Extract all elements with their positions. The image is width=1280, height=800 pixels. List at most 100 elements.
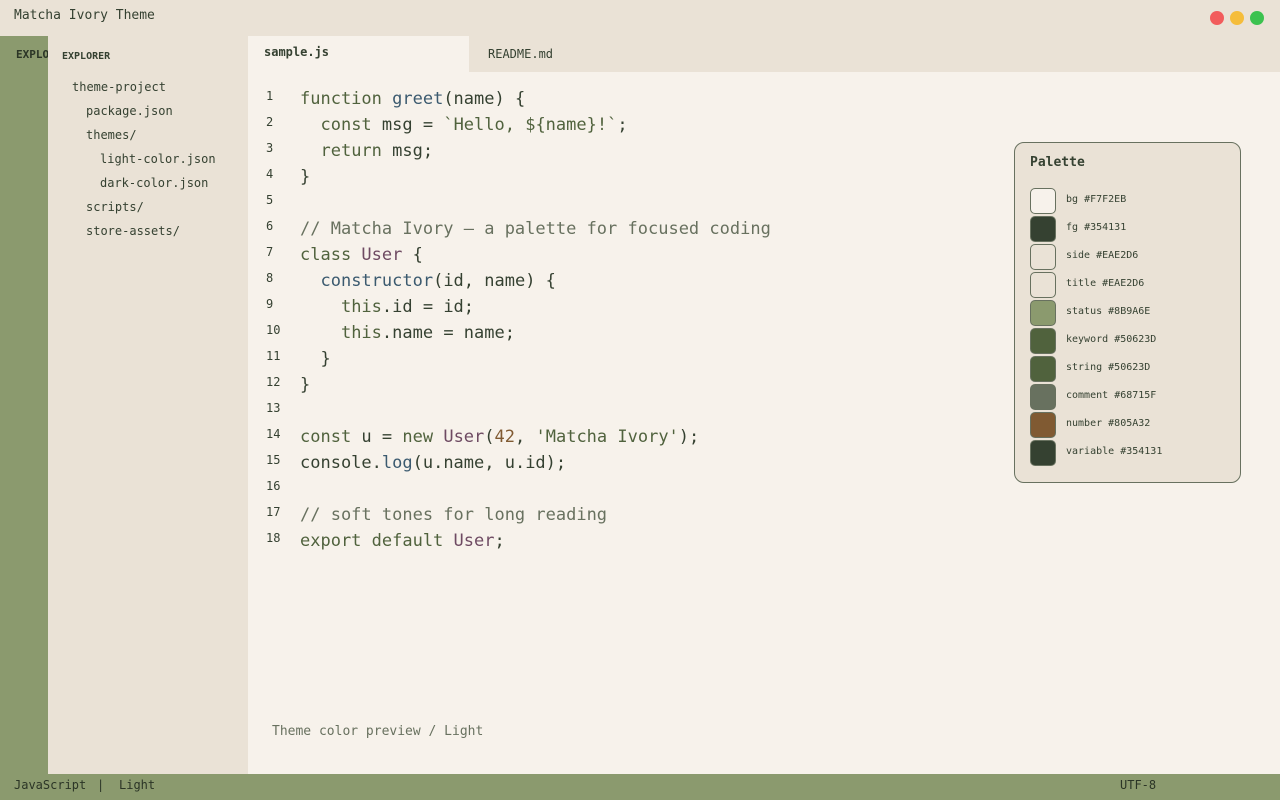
color-swatch — [1030, 328, 1056, 354]
code-token: } — [300, 349, 331, 369]
swatch-name: comment — [1066, 390, 1109, 401]
title-bar: Matcha Ivory Theme — [0, 0, 1280, 36]
palette-title: Palette — [1030, 155, 1085, 170]
tree-item[interactable]: themes/ — [86, 128, 137, 142]
swatch-label: fg #354131 — [1066, 222, 1126, 233]
code-token: ; — [494, 531, 505, 551]
swatch-label: title #EAE2D6 — [1066, 278, 1144, 289]
code-token: greet — [392, 89, 444, 109]
code-token: export default — [300, 531, 454, 551]
code-token: // soft tones for long reading — [300, 505, 608, 525]
code-token: msg = — [371, 115, 444, 135]
tree-item[interactable]: store-assets/ — [86, 224, 180, 238]
code-line: class User { — [300, 245, 423, 265]
code-token: console. — [300, 453, 382, 473]
code-line: this.id = id; — [300, 297, 474, 317]
swatch-hex: #68715F — [1114, 390, 1157, 401]
swatch-name: number — [1066, 418, 1103, 429]
activity-explorer-item[interactable]: EXPLORER — [16, 48, 48, 61]
code-line: } — [300, 349, 331, 369]
minimize-window-button[interactable] — [1230, 11, 1244, 25]
swatch-label: comment #68715F — [1066, 390, 1156, 401]
tree-item[interactable]: theme-project — [72, 80, 166, 94]
code-line: // soft tones for long reading — [300, 505, 607, 525]
code-token: class — [300, 245, 362, 265]
code-token: // Matcha Ivory — a palette for focused … — [300, 219, 771, 239]
swatch-label: bg #F7F2EB — [1066, 194, 1126, 205]
code-token: .id = id; — [381, 297, 475, 317]
code-line: const u = new User(42, 'Matcha Ivory'); — [300, 427, 699, 447]
swatch-hex: #50623D — [1114, 334, 1157, 345]
line-number: 7 — [266, 245, 274, 259]
code-token: { — [402, 245, 423, 265]
code-token: log — [381, 453, 413, 473]
line-number: 1 — [266, 89, 274, 103]
swatch-label: variable #354131 — [1066, 446, 1162, 457]
code-token: User — [443, 427, 485, 447]
line-number: 16 — [266, 479, 281, 493]
tree-item[interactable]: package.json — [86, 104, 173, 118]
color-swatch — [1030, 356, 1056, 382]
line-number: 2 — [266, 115, 274, 129]
swatch-label: number #805A32 — [1066, 418, 1150, 429]
palette-panel: Palette bg #F7F2EB fg #354131 side #EAE2D6… — [1014, 142, 1241, 483]
code-token: `Hello, ${name}!` — [443, 115, 618, 135]
swatch-label: status #8B9A6E — [1066, 306, 1150, 317]
color-swatch — [1030, 188, 1056, 214]
tab-label: sample.js — [264, 45, 330, 59]
app-title: Matcha Ivory Theme — [14, 8, 155, 23]
color-swatch — [1030, 384, 1056, 410]
color-swatch — [1030, 272, 1056, 298]
swatch-name: fg — [1066, 222, 1079, 233]
tree-item[interactable]: light-color.json — [100, 152, 216, 166]
code-line: this.name = name; — [300, 323, 515, 343]
theme-preview-caption: Theme color preview / Light — [272, 724, 484, 739]
code-token: constructor — [320, 271, 434, 291]
explorer-sidebar: EXPLORER theme-project package.json themes… — [48, 36, 248, 774]
tab-readme-md[interactable]: README.md — [469, 36, 589, 72]
status-bar: JavaScript | Light UTF-8 — [0, 774, 1280, 800]
maximize-window-button[interactable] — [1250, 11, 1264, 25]
swatch-name: keyword — [1066, 334, 1109, 345]
line-number: 10 — [266, 323, 281, 337]
code-line: } — [300, 167, 310, 187]
swatch-hex: #F7F2EB — [1084, 194, 1127, 205]
code-line: // Matcha Ivory — a palette for focused … — [300, 219, 771, 239]
encoding[interactable]: UTF-8 — [1120, 778, 1156, 792]
swatch-hex: #EAE2D6 — [1096, 250, 1139, 261]
line-number: 6 — [266, 219, 274, 233]
swatch-name: string — [1066, 362, 1103, 373]
status-separator: | — [97, 778, 105, 792]
line-number: 15 — [266, 453, 281, 467]
color-swatch — [1030, 412, 1056, 438]
code-token: u = — [351, 427, 403, 447]
code-token: } — [300, 375, 311, 395]
code-token: (name) { — [443, 89, 526, 109]
line-number: 11 — [266, 349, 281, 363]
line-number: 5 — [266, 193, 274, 207]
theme-mode[interactable]: Light — [119, 778, 155, 792]
color-swatch — [1030, 216, 1056, 242]
tab-label: README.md — [488, 47, 554, 61]
swatch-hex: #354131 — [1120, 446, 1163, 457]
tree-item[interactable]: scripts/ — [86, 200, 144, 214]
swatch-label: side #EAE2D6 — [1066, 250, 1138, 261]
tab-sample-js[interactable]: sample.js — [248, 36, 469, 72]
color-swatch — [1030, 440, 1056, 466]
line-number: 14 — [266, 427, 281, 441]
close-window-button[interactable] — [1210, 11, 1224, 25]
line-number: 12 — [266, 375, 281, 389]
code-token: this — [340, 323, 382, 343]
code-token: const — [320, 115, 372, 135]
swatch-label: string #50623D — [1066, 362, 1150, 373]
language-mode[interactable]: JavaScript — [14, 778, 86, 792]
swatch-name: status — [1066, 306, 1103, 317]
code-token: new — [402, 427, 444, 447]
tree-item[interactable]: dark-color.json — [100, 176, 208, 190]
code-token: } — [300, 167, 311, 187]
swatch-label: keyword #50623D — [1066, 334, 1156, 345]
line-number: 18 — [266, 531, 281, 545]
code-token: (u.name, u.id); — [412, 453, 567, 473]
